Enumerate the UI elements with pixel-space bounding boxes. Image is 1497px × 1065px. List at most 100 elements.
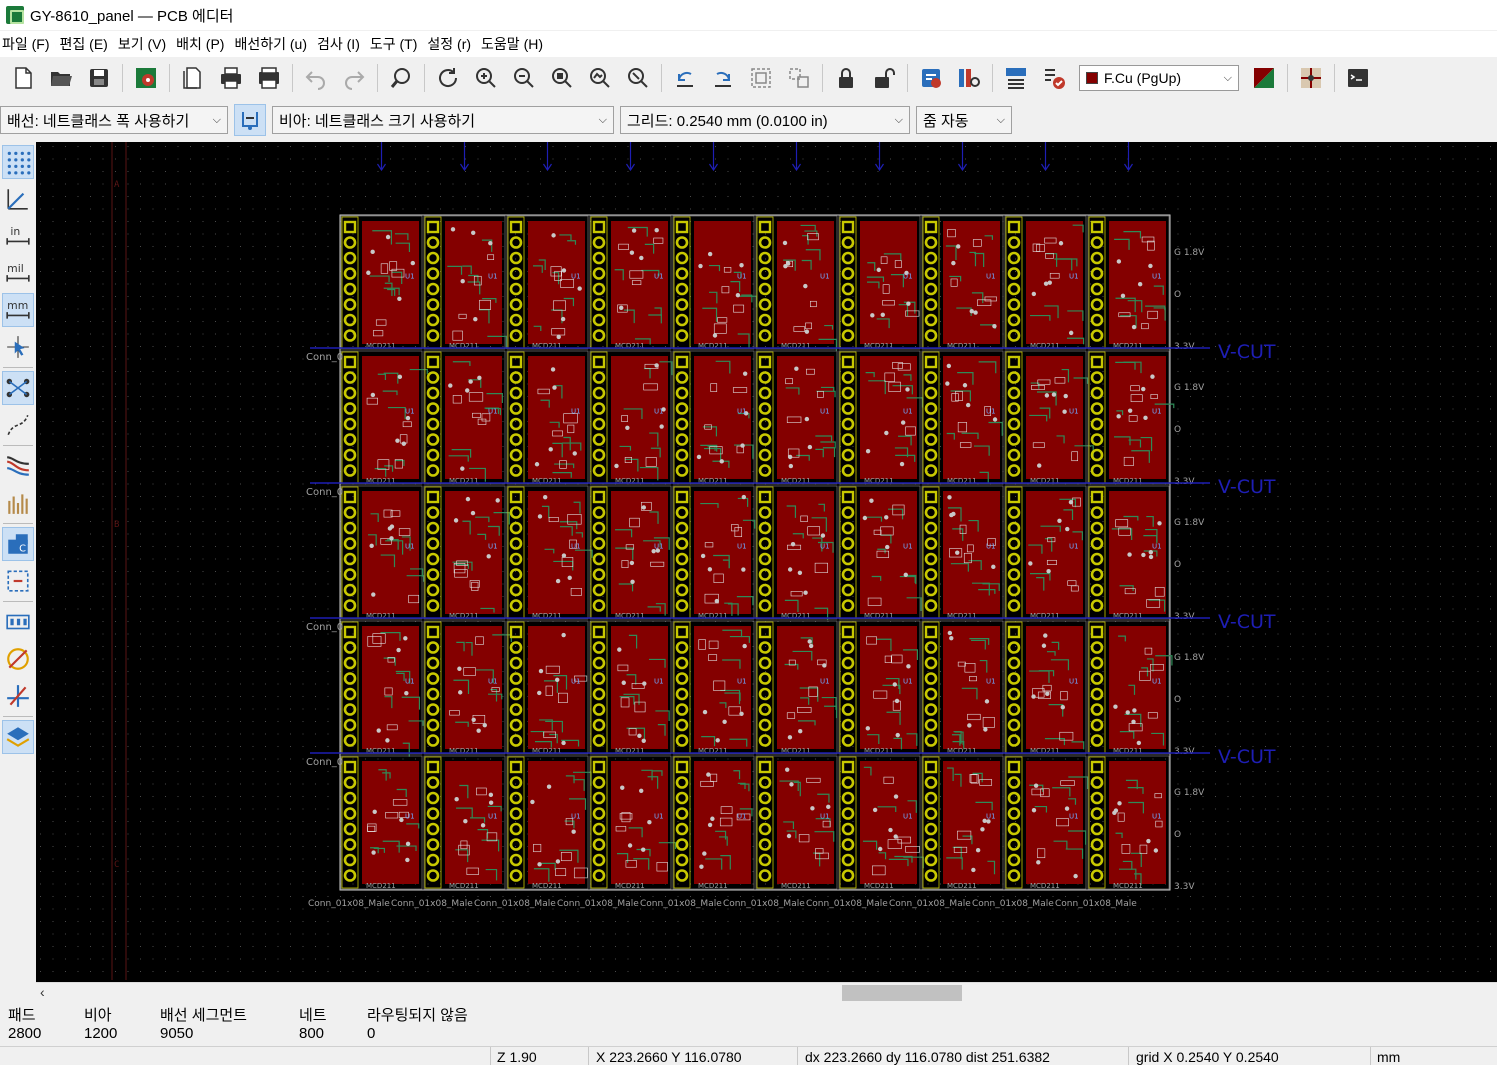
cursor-shape-icon[interactable] <box>2 330 34 364</box>
menu-place[interactable]: 배치 (P) <box>174 34 232 54</box>
via <box>560 316 566 322</box>
via <box>537 514 543 519</box>
rail-label-mid: O <box>1174 695 1181 705</box>
layer-pair-icon[interactable] <box>1248 62 1280 94</box>
chip-label: U1 <box>1069 407 1079 415</box>
ratsnest-icon[interactable] <box>2 371 34 405</box>
zone-fill-icon[interactable]: C <box>2 527 34 561</box>
zone-outline-icon[interactable] <box>2 564 34 598</box>
via <box>1117 801 1122 806</box>
via <box>641 847 646 852</box>
redraw-icon[interactable] <box>432 62 464 94</box>
polar-coords-icon[interactable] <box>2 182 34 216</box>
drc-icon[interactable] <box>1038 62 1070 94</box>
menu-help[interactable]: 도움말 (H) <box>479 34 551 54</box>
via <box>905 387 910 392</box>
unlock-icon[interactable] <box>868 62 900 94</box>
track-width-select[interactable]: 배선: 네트클래스 폭 사용하기 ⌵ <box>0 106 228 134</box>
pad-sketch-icon[interactable] <box>2 605 34 639</box>
group-icon[interactable] <box>745 62 777 94</box>
undo-icon[interactable] <box>300 62 332 94</box>
find-icon[interactable] <box>385 62 417 94</box>
via <box>790 541 796 547</box>
save-icon[interactable] <box>83 62 115 94</box>
units-mil-icon[interactable]: mil <box>2 256 34 290</box>
menu-route[interactable]: 배선하기 (u) <box>232 34 315 54</box>
menu-inspect[interactable]: 검사 (I) <box>315 34 368 54</box>
via-size-select[interactable]: 비아: 네트클래스 크기 사용하기 ⌵ <box>272 106 614 134</box>
open-icon[interactable] <box>45 62 77 94</box>
rotate-ccw-icon[interactable] <box>669 62 701 94</box>
units-mm-icon[interactable]: mm <box>2 293 34 327</box>
via <box>399 817 404 823</box>
via <box>385 234 391 240</box>
grid-value: 그리드: 0.2540 mm (0.0100 in) <box>627 112 828 130</box>
zoom-fit-icon[interactable] <box>546 62 578 94</box>
footprint-editor-icon[interactable] <box>915 62 947 94</box>
highlight-net-icon[interactable] <box>2 449 34 483</box>
page-settings-icon[interactable] <box>177 62 209 94</box>
via <box>458 690 463 695</box>
board-setup-icon[interactable] <box>130 62 162 94</box>
zoom-area-icon[interactable] <box>622 62 654 94</box>
zoom-out-icon[interactable] <box>508 62 540 94</box>
units-inch-icon[interactable]: in <box>2 219 34 253</box>
menu-file[interactable]: 파일 (F) <box>0 34 58 54</box>
via-sketch-icon[interactable] <box>2 642 34 676</box>
via <box>1116 414 1121 419</box>
connector-ref: Conn_01x08_Male <box>723 899 805 909</box>
layers-manager-icon[interactable] <box>2 720 34 754</box>
connector-ref: Conn_01x08_Male <box>391 899 473 909</box>
menu-edit[interactable]: 편집 (E) <box>58 34 116 54</box>
via <box>480 823 486 828</box>
horizontal-scrollbar[interactable]: ‹ <box>36 982 1497 1002</box>
via <box>463 819 468 824</box>
via <box>822 663 827 668</box>
via <box>495 498 500 503</box>
via <box>477 375 482 381</box>
via <box>629 250 635 255</box>
layer-selector[interactable]: F.Cu (PgUp) ⌵ <box>1079 65 1239 91</box>
scripting-icon[interactable] <box>1295 62 1327 94</box>
via <box>1137 282 1143 287</box>
zoom-in-icon[interactable] <box>470 62 502 94</box>
auto-track-width-icon[interactable] <box>234 104 266 136</box>
via <box>460 279 465 284</box>
via <box>984 699 990 704</box>
plot-icon[interactable] <box>253 62 285 94</box>
print-icon[interactable] <box>215 62 247 94</box>
menu-tools[interactable]: 도구 (T) <box>368 34 426 54</box>
lock-icon[interactable] <box>830 62 862 94</box>
grid-select[interactable]: 그리드: 0.2540 mm (0.0100 in) ⌵ <box>620 106 910 134</box>
python-console-icon[interactable] <box>1342 62 1374 94</box>
via <box>454 796 459 802</box>
scroll-left-icon[interactable]: ‹ <box>40 984 45 1000</box>
via <box>395 438 400 443</box>
via <box>803 590 808 595</box>
via <box>1043 281 1049 286</box>
menu-view[interactable]: 보기 (V) <box>116 34 174 54</box>
via <box>1148 554 1154 560</box>
footprint-browser-icon[interactable] <box>953 62 985 94</box>
via <box>1065 526 1070 532</box>
net-inspector-icon[interactable] <box>2 486 34 520</box>
new-board-icon[interactable] <box>7 62 39 94</box>
netlist-icon[interactable] <box>1000 62 1032 94</box>
pcb-canvas[interactable]: A B C U1 MCD211 U1 MCD211 U1 MCD211 U1 MCD211 U1… <box>36 142 1497 982</box>
redo-icon[interactable] <box>338 62 370 94</box>
track-sketch-icon[interactable] <box>2 679 34 713</box>
grid-toggle-icon[interactable] <box>2 145 34 179</box>
ungroup-icon[interactable] <box>783 62 815 94</box>
scroll-thumb[interactable] <box>842 985 962 1001</box>
curved-ratsnest-icon[interactable] <box>2 408 34 442</box>
rotate-cw-icon[interactable] <box>707 62 739 94</box>
rail-label-mid: O <box>1174 425 1181 435</box>
via <box>470 510 476 516</box>
via <box>1116 259 1122 264</box>
zoom-select[interactable]: 줌 자동 ⌵ <box>916 106 1012 134</box>
zoom-objects-icon[interactable] <box>584 62 616 94</box>
pcb-drawing[interactable]: A B C U1 MCD211 U1 MCD211 U1 MCD211 U1 MCD211 U1… <box>36 142 1497 982</box>
status-zoom: Z 1.90 <box>497 1049 537 1065</box>
via <box>1031 808 1037 813</box>
menu-preferences[interactable]: 설정 (r) <box>425 34 479 54</box>
